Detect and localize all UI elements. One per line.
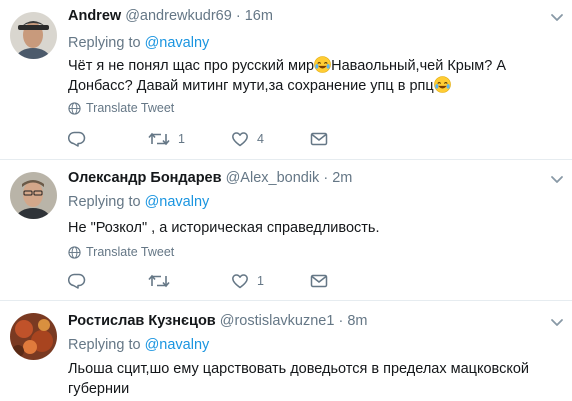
retweet-button[interactable]: 1 xyxy=(148,131,185,147)
avatar[interactable] xyxy=(10,172,57,219)
avatar[interactable] xyxy=(10,12,57,59)
retweet-icon xyxy=(148,132,170,146)
tweet-text: Чёт я не понял щас про русский мир Наваол… xyxy=(68,56,538,96)
timestamp[interactable]: 8m xyxy=(347,313,367,329)
like-icon xyxy=(232,132,248,147)
message-button[interactable] xyxy=(310,273,328,289)
replying-to: Replying to @navalny xyxy=(68,337,209,353)
separator-dot: · xyxy=(235,8,241,24)
translate-tweet-link[interactable]: Translate Tweet xyxy=(68,101,174,115)
globe-icon xyxy=(68,245,81,259)
chevron-down-icon[interactable] xyxy=(550,172,564,186)
like-count: 1 xyxy=(257,274,264,288)
tweet-text: Не "Розкол" , а историческая справедливо… xyxy=(68,220,380,236)
replying-prefix: Replying to xyxy=(68,194,141,210)
replying-mention-link[interactable]: @navalny xyxy=(145,194,210,210)
tweet-header: Andrew @andrewkudr69 · 16m xyxy=(68,8,273,24)
translate-tweet-link[interactable]: Translate Tweet xyxy=(68,245,174,259)
chevron-down-icon[interactable] xyxy=(550,315,564,329)
separator-dot: · xyxy=(338,313,344,329)
tears-of-joy-emoji xyxy=(433,76,451,93)
replying-prefix: Replying to xyxy=(68,337,141,353)
reply-button[interactable] xyxy=(68,131,86,147)
author-name[interactable]: Олександр Бондарев xyxy=(68,170,222,186)
tweet-text-part-1: Чёт я не понял щас про русский мир xyxy=(68,58,315,74)
timestamp[interactable]: 16m xyxy=(245,8,273,24)
retweet-icon xyxy=(148,274,170,288)
replying-to: Replying to @navalny xyxy=(68,35,209,51)
replying-to: Replying to @navalny xyxy=(68,194,209,210)
message-icon xyxy=(310,132,328,146)
chevron-down-icon[interactable] xyxy=(550,10,564,24)
tweet-text: Льоша сцит,шо ему царствовать доведьотся… xyxy=(68,361,530,397)
reply-icon xyxy=(68,273,86,289)
tweet-2[interactable]: Олександр Бондарев @Alex_bondik · 2m Rep… xyxy=(0,160,572,301)
reply-icon xyxy=(68,131,86,147)
author-handle[interactable]: @Alex_bondik xyxy=(226,170,320,186)
replying-mention-link[interactable]: @navalny xyxy=(145,337,210,353)
tweet-header: Ростислав Кузнєцов @rostislavkuzne1 · 8m xyxy=(68,313,367,329)
message-button[interactable] xyxy=(310,131,328,147)
replying-mention-link[interactable]: @navalny xyxy=(145,35,210,51)
reply-button[interactable] xyxy=(68,273,86,289)
like-icon xyxy=(232,274,248,289)
retweet-button[interactable] xyxy=(148,273,178,289)
globe-icon xyxy=(68,101,81,115)
tears-of-joy-emoji xyxy=(314,56,331,73)
author-name[interactable]: Ростислав Кузнєцов xyxy=(68,313,216,329)
like-count: 4 xyxy=(257,132,264,146)
avatar[interactable] xyxy=(10,313,57,360)
translate-label: Translate Tweet xyxy=(86,101,175,115)
author-handle[interactable]: @rostislavkuzne1 xyxy=(220,313,335,329)
tweet-1[interactable]: Andrew @andrewkudr69 · 16m Replying to @… xyxy=(0,0,572,160)
tweet-3[interactable]: Ростислав Кузнєцов @rostislavkuzne1 · 8m… xyxy=(0,301,572,401)
replying-prefix: Replying to xyxy=(68,35,141,51)
author-handle[interactable]: @andrewkudr69 xyxy=(125,8,232,24)
timestamp[interactable]: 2m xyxy=(332,170,352,186)
message-icon xyxy=(310,274,328,288)
like-button[interactable]: 4 xyxy=(231,131,264,147)
author-name[interactable]: Andrew xyxy=(68,8,121,24)
separator-dot: · xyxy=(323,170,329,186)
retweet-count: 1 xyxy=(178,132,185,146)
like-button[interactable]: 1 xyxy=(231,273,264,289)
translate-label: Translate Tweet xyxy=(86,245,175,259)
tweet-header: Олександр Бондарев @Alex_bondik · 2m xyxy=(68,170,352,186)
